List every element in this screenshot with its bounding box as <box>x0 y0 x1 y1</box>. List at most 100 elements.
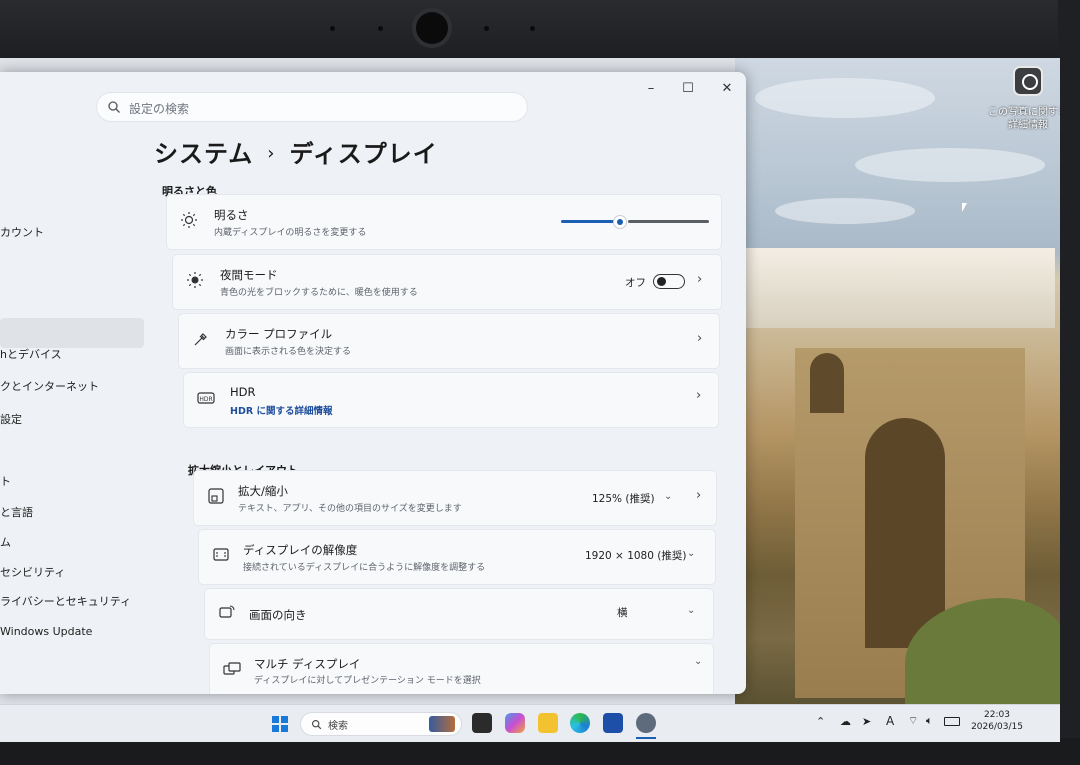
bridge-arch <box>810 353 844 413</box>
hdr-icon: HDR <box>197 392 215 404</box>
night-light-card[interactable]: 夜間モード 青色の光をブロックするために、暖色を使用する オフ › <box>172 254 722 310</box>
sidebar-item-accounts[interactable]: カウント <box>0 220 44 246</box>
resolution-value: 1920 × 1080 (推奨) <box>585 550 687 562</box>
clock-date: 2026/03/15 <box>971 722 1023 732</box>
sidebar-item-privacy-security[interactable]: ライバシーとセキュリティ <box>0 589 131 615</box>
chevron-down-icon: ⌄ <box>687 605 696 616</box>
scale-desc: テキスト、アプリ、その他の項目のサイズを変更します <box>238 504 462 514</box>
resolution-dropdown[interactable]: 1920 × 1080 (推奨) ⌄ <box>577 544 699 566</box>
breadcrumb: システム › ディスプレイ <box>154 134 438 169</box>
desktop-icon-label[interactable]: この写真に関する詳細情報 <box>986 106 1060 132</box>
night-light-icon <box>187 272 203 288</box>
sidebar-item-windows-update[interactable]: Windows Update <box>0 619 92 645</box>
cloud-icon[interactable]: ☁ <box>840 715 851 728</box>
taskbar: 検索 ⌃ ☁ ➤ A ⌔ 🔈︎ 22:03 2026/03/15 <box>0 704 1060 742</box>
multi-display-icon <box>223 662 241 675</box>
taskbar-search[interactable]: 検索 <box>300 712 462 736</box>
multi-display-title: マルチ ディスプレイ <box>254 657 361 671</box>
close-button[interactable]: ✕ <box>716 80 738 98</box>
chevron-right-icon: › <box>697 331 703 346</box>
mouse-cursor-icon <box>962 203 967 212</box>
chevron-right-icon: › <box>696 488 702 503</box>
maximize-button[interactable]: ☐ <box>677 80 699 98</box>
taskbar-search-label: 検索 <box>328 721 348 732</box>
laptop-bezel-bottom <box>0 738 1080 765</box>
night-light-toggle[interactable] <box>653 274 685 289</box>
wifi-icon[interactable]: ⌔ <box>908 714 918 728</box>
breadcrumb-separator: › <box>267 143 276 164</box>
location-icon[interactable]: ➤ <box>862 715 871 728</box>
hdr-learn-more-link[interactable]: HDR に関する詳細情報 <box>230 403 332 417</box>
brightness-slider[interactable] <box>561 215 709 229</box>
orientation-value: 横 <box>617 607 628 619</box>
svg-text:HDR: HDR <box>199 396 212 403</box>
webcam <box>416 12 448 44</box>
file-explorer-icon[interactable] <box>538 713 558 733</box>
sidebar-item-bluetooth-devices[interactable]: hとデバイス <box>0 342 62 368</box>
learn-about-picture-icon[interactable] <box>1013 66 1043 96</box>
ime-indicator[interactable]: A <box>886 714 894 728</box>
copilot-icon[interactable] <box>505 713 525 733</box>
minimize-button[interactable]: – <box>640 80 662 98</box>
scale-icon <box>208 488 224 504</box>
chevron-down-icon: ⌄ <box>694 656 703 667</box>
clock-time: 22:03 <box>984 710 1010 720</box>
page-title: ディスプレイ <box>289 140 438 168</box>
sidebar-item-gaming[interactable]: ム <box>0 530 11 556</box>
slider-fill <box>561 220 614 223</box>
sensor-dot <box>530 26 535 31</box>
store-icon[interactable] <box>603 713 623 733</box>
brightness-card: 明るさ 内蔵ディスプレイの明るさを変更する <box>166 194 722 250</box>
multi-display-desc: ディスプレイに対してプレゼンテーション モードを選択 <box>254 676 481 686</box>
search-highlight-icon <box>429 716 455 732</box>
night-light-state: オフ <box>625 277 646 289</box>
sun-icon <box>181 212 197 228</box>
night-light-desc: 青色の光をブロックするために、暖色を使用する <box>220 288 418 298</box>
search-icon <box>312 720 322 730</box>
volume-icon[interactable]: 🔈︎ <box>926 714 933 728</box>
start-button[interactable] <box>272 716 288 732</box>
hdr-card[interactable]: HDR HDR HDR に関する詳細情報 › <box>183 372 719 428</box>
scale-value: 125% (推奨) <box>592 493 655 505</box>
sensor-dot <box>378 26 383 31</box>
color-profile-card[interactable]: カラー プロファイル 画面に表示される色を決定する › <box>178 313 720 369</box>
active-app-indicator <box>636 737 656 739</box>
breadcrumb-parent[interactable]: システム <box>154 140 253 168</box>
laptop-bezel-right <box>1058 0 1080 765</box>
resolution-icon <box>213 548 229 561</box>
sidebar-item-accounts-2[interactable]: ト <box>0 469 11 495</box>
sidebar-item-network[interactable]: クとインターネット <box>0 374 99 400</box>
scale-dropdown[interactable]: 125% (推奨) ⌄ <box>582 487 678 509</box>
resolution-title: ディスプレイの解像度 <box>243 543 358 557</box>
battery-icon[interactable] <box>944 717 960 726</box>
resolution-desc: 接続されているディスプレイに合うように解像度を調整する <box>243 563 486 573</box>
town-houses <box>745 248 1055 328</box>
sidebar-item-accessibility[interactable]: セシビリティ <box>0 560 65 586</box>
orientation-dropdown[interactable]: 横 ⌄ <box>607 601 701 623</box>
sidebar-item-personalization[interactable]: 設定 <box>0 407 22 433</box>
hdr-title: HDR <box>230 385 256 399</box>
color-profile-desc: 画面に表示される色を決定する <box>225 347 352 357</box>
sidebar-item-time-language[interactable]: と言語 <box>0 500 33 526</box>
eyedropper-icon <box>194 333 207 346</box>
task-view-icon[interactable] <box>472 713 492 733</box>
slider-thumb[interactable] <box>613 215 627 229</box>
desktop-wallpaper <box>735 58 1060 708</box>
chevron-down-icon: ⌄ <box>687 548 696 559</box>
chevron-right-icon: › <box>696 388 702 403</box>
orientation-card: 画面の向き 横 ⌄ <box>204 588 714 640</box>
edge-browser-icon[interactable] <box>570 713 590 733</box>
chevron-right-icon: › <box>697 272 703 287</box>
orientation-title: 画面の向き <box>249 608 307 622</box>
sensor-dot <box>484 26 489 31</box>
multi-display-card[interactable]: マルチ ディスプレイ ディスプレイに対してプレゼンテーション モードを選択 ⌄ <box>209 643 714 694</box>
sensor-dot <box>330 26 335 31</box>
scale-title: 拡大/縮小 <box>238 484 288 498</box>
clock[interactable]: 22:03 2026/03/15 <box>965 709 1029 733</box>
chevron-up-icon[interactable]: ⌃ <box>816 715 825 728</box>
settings-gear-icon[interactable] <box>636 713 656 733</box>
search-icon <box>108 101 120 113</box>
resolution-card: ディスプレイの解像度 接続されているディスプレイに合うように解像度を調整する 1… <box>198 529 716 585</box>
search-input[interactable]: 設定の検索 <box>96 92 528 122</box>
scale-card[interactable]: 拡大/縮小 テキスト、アプリ、その他の項目のサイズを変更します 125% (推奨… <box>193 470 717 526</box>
